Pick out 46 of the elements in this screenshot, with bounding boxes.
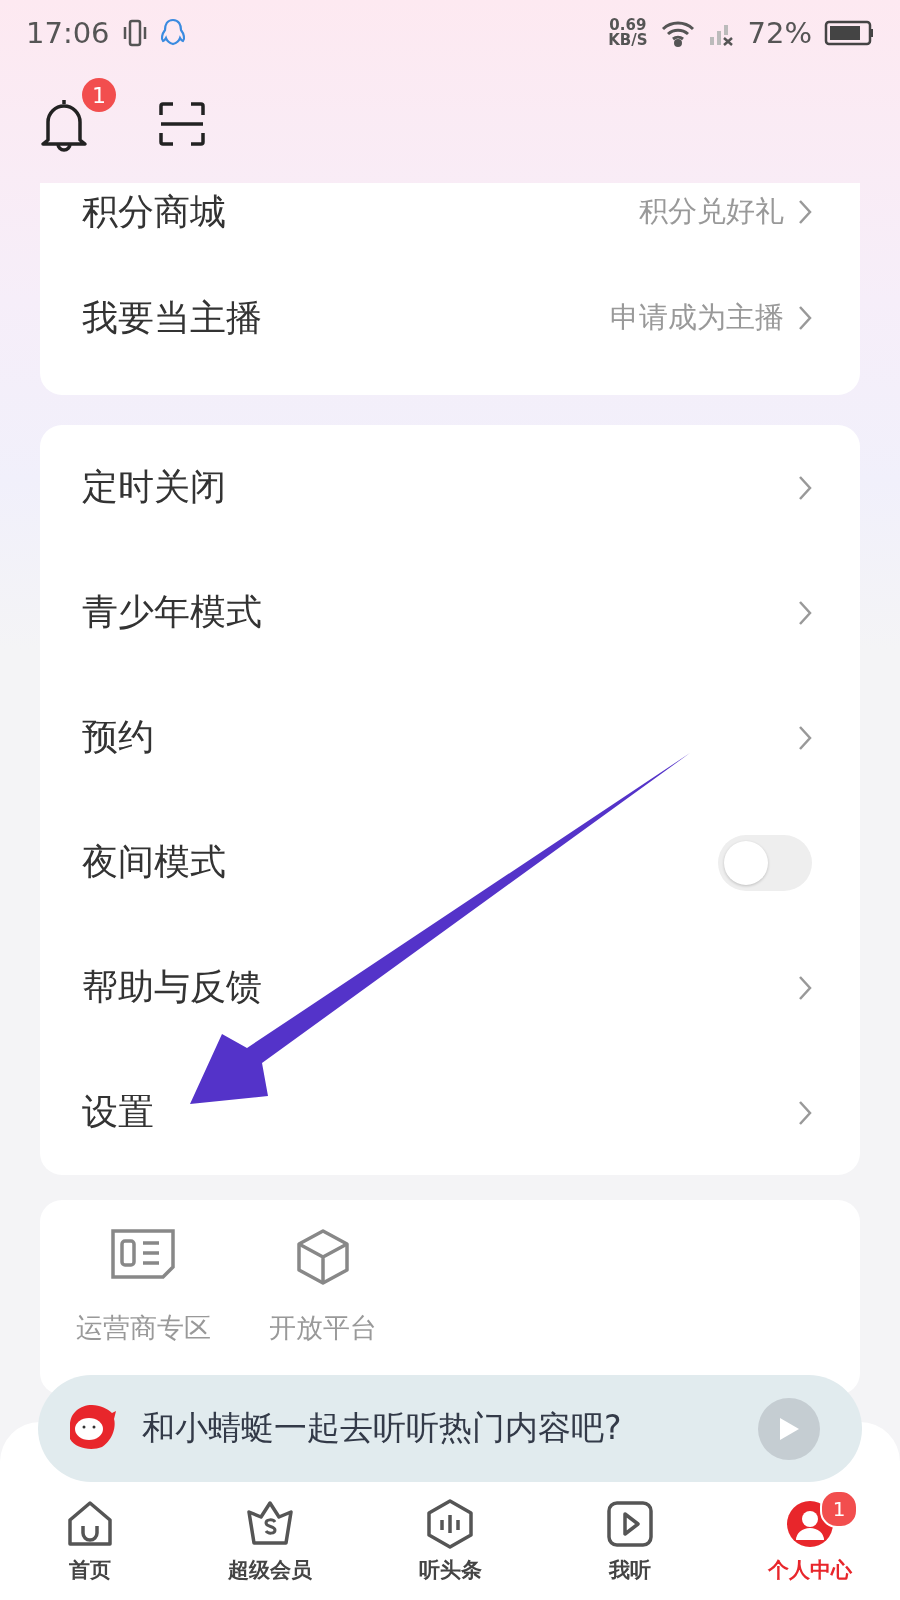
banner-text: 和小蜻蜓一起去听听热门内容吧? [142,1407,623,1449]
tab[interactable]: 超级会员 [180,1482,360,1600]
battery-percent: 72% [747,15,812,50]
menu-label: 帮助与反馈 [82,965,263,1009]
chevron-icon [798,1099,812,1126]
tab[interactable]: 1 个人中心 [720,1482,900,1600]
network-speed: 0.69 KB/S [608,17,648,48]
menu-row[interactable]: 我要当主播 申请成为主播 [40,241,860,395]
menu-hint: 积分兑好礼 [639,193,784,230]
menu-row[interactable]: 定时关闭 [40,425,860,550]
penguin-icon [159,17,186,48]
menu-label: 青少年模式 [82,590,263,634]
menu-row[interactable]: 青少年模式 [40,550,860,675]
tab[interactable]: 听头条 [360,1482,540,1600]
hexagon-bars-icon [424,1498,476,1550]
battery-icon [824,19,874,46]
suggestion-banner[interactable]: 和小蜻蜓一起去听听热门内容吧? [38,1375,862,1482]
menu-row[interactable]: 夜间模式 [40,800,860,925]
status-time: 17:06 [26,15,110,50]
menu-row[interactable]: 设置 [40,1050,860,1175]
tab[interactable]: 首页 [0,1482,180,1600]
play-icon [777,1415,801,1442]
chevron-icon [798,305,812,331]
tab[interactable]: 我听 [540,1482,720,1600]
play-icon [604,1498,656,1550]
menu-label: 夜间模式 [82,840,227,884]
menu-label: 定时关闭 [82,465,227,509]
cube-icon [295,1228,351,1286]
vibrate-icon [121,17,148,48]
menu-row[interactable]: 预约 [40,675,860,800]
menu-row[interactable]: 帮助与反馈 [40,925,860,1050]
chevron-icon [798,199,812,225]
sim-card-icon [110,1228,176,1280]
chevron-icon [798,724,812,751]
tab-badge: 1 [820,1490,858,1528]
chevron-icon [798,474,812,501]
chevron-icon [798,599,812,626]
menu-hint: 申请成为主播 [610,299,784,336]
scan-icon[interactable] [158,101,206,147]
menu-label: 设置 [82,1090,155,1134]
menu-label: 预约 [82,715,155,759]
menu-label: 积分商城 [82,189,227,234]
menu-row[interactable]: 积分商城 积分兑好礼 [40,183,860,241]
notification-badge: 1 [82,78,116,112]
chevron-icon [798,974,812,1001]
menu-label: 我要当主播 [82,295,263,340]
